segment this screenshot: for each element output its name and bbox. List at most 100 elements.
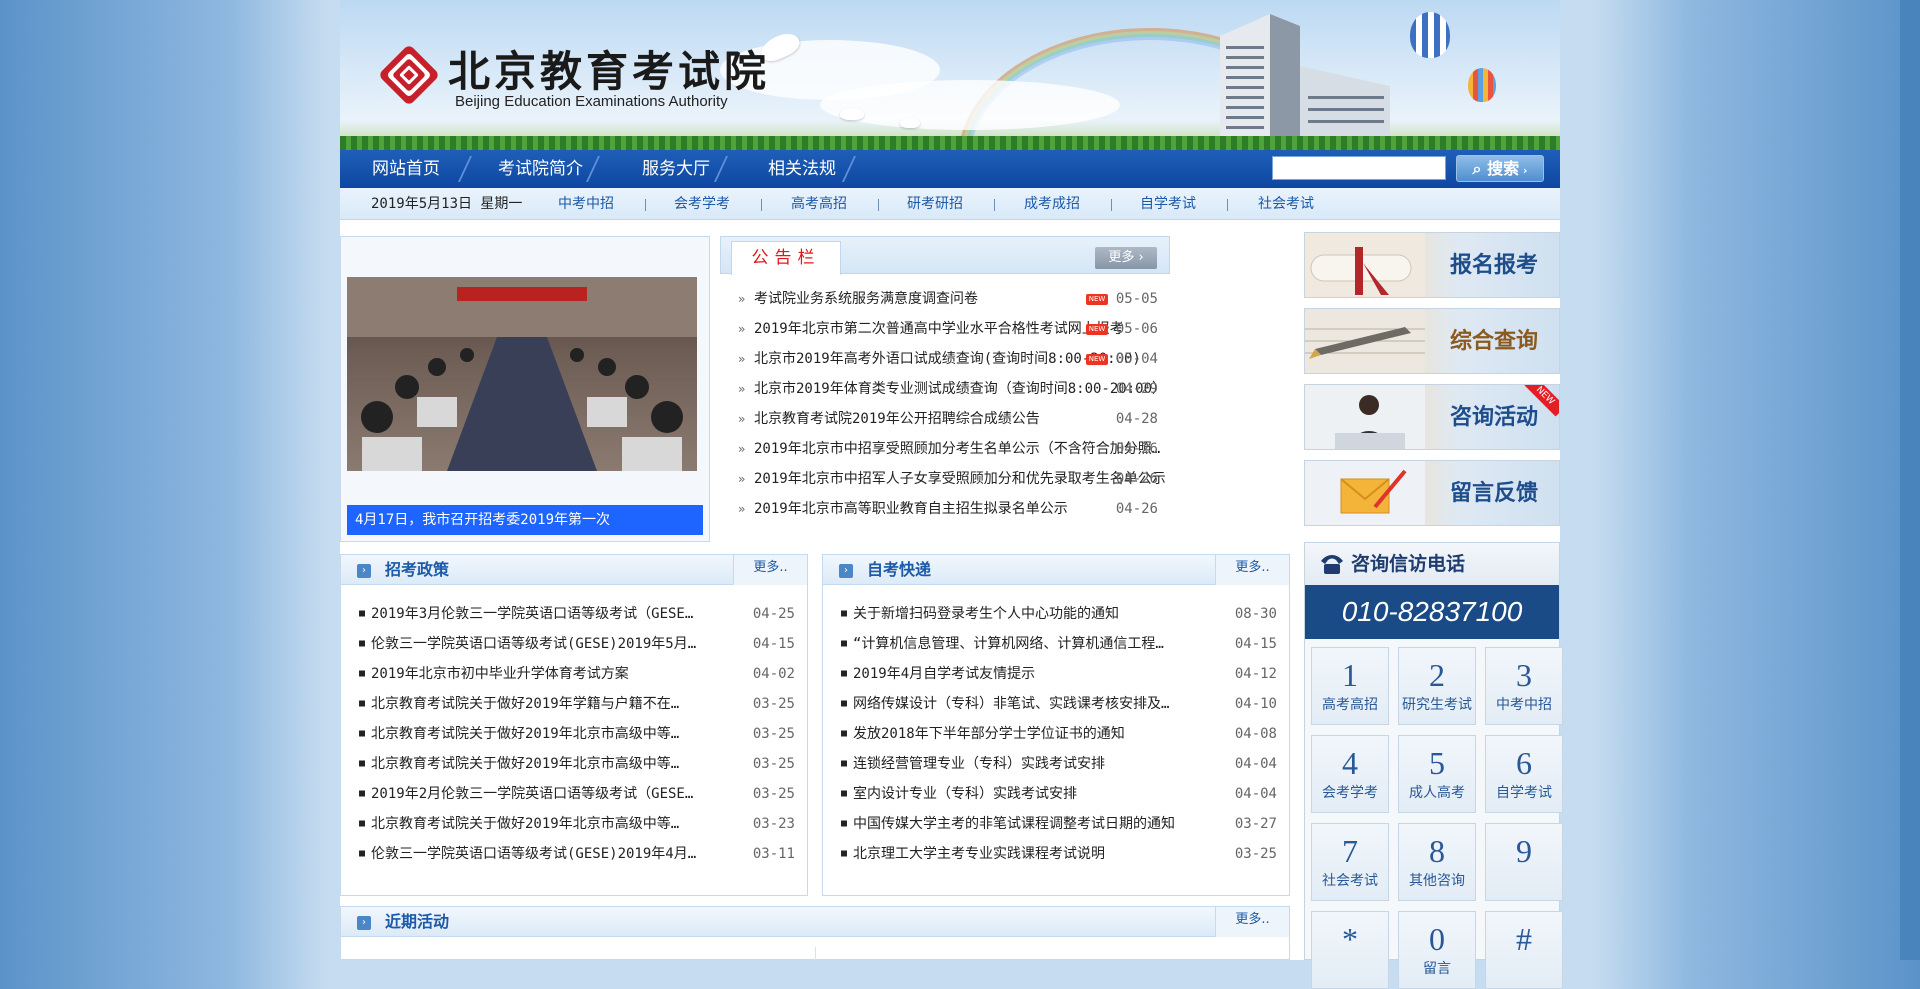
selfexam-more-link[interactable]: 更多.. (1215, 555, 1289, 585)
policy-item[interactable]: ■ 北京教育考试院关于做好2019年学籍与户籍不在… 03-25 (341, 689, 807, 719)
policy-item[interactable]: ■ 北京教育考试院关于做好2019年北京市高级中等… 03-25 (341, 749, 807, 779)
selfexam-item[interactable]: ■ 室内设计专业（专科）实践考试安排 04-04 (823, 779, 1289, 809)
policy-item[interactable]: ■ 2019年2月伦敦三一学院英语口语等级考试（GESE… 03-25 (341, 779, 807, 809)
nav-home[interactable]: 网站首页 (372, 150, 440, 188)
notice-item[interactable]: » 2019年北京市中招军人子女享受照顾加分和优先录取考生名单公示 04-26 (720, 464, 1170, 494)
notice-more-button[interactable]: 更多 › (1095, 247, 1157, 269)
subnav-gaokao[interactable]: 高考高招 (791, 188, 847, 220)
notice-item-title[interactable]: 考试院业务系统服务满意度调查问卷 (754, 284, 978, 314)
policy-item[interactable]: ■ 2019年北京市初中毕业升学体育考试方案 04-02 (341, 659, 807, 689)
notice-item[interactable]: » 2019年北京市中招享受照顾加分考生名单公示（不含符合加分照… 04-26 (720, 434, 1170, 464)
quick-feedback-button[interactable]: 留言反馈 (1304, 460, 1560, 526)
keypad-key[interactable]: # (1485, 911, 1563, 989)
selfexam-item-title[interactable]: 关于新增扫码登录考生个人中心功能的通知 (853, 599, 1199, 629)
selfexam-item-title[interactable]: 连锁经营管理专业（专科）实践考试安排 (853, 749, 1199, 779)
selfexam-item[interactable]: ■ 连锁经营管理专业（专科）实践考试安排 04-04 (823, 749, 1289, 779)
bullet-icon: ■ (841, 758, 848, 769)
notice-item[interactable]: » 北京市2019年体育类专业测试成绩查询（查询时间8:00-20:00） 04-2… (720, 374, 1170, 404)
keypad-key[interactable]: 6 自学考试 (1485, 735, 1563, 813)
page: 北京教育考试院 Beijing Education Examinations A… (340, 0, 1563, 989)
policy-item[interactable]: ■ 北京教育考试院关于做好2019年北京市高级中等… 03-25 (341, 719, 807, 749)
current-date: 2019年5月13日 星期一 (371, 196, 523, 212)
policy-more-link[interactable]: 更多.. (733, 555, 807, 585)
selfexam-item-title[interactable]: 北京理工大学主考专业实践课程考试说明 (853, 839, 1199, 869)
keypad-key[interactable]: 0 留言 (1398, 911, 1476, 989)
selfexam-item[interactable]: ■ 关于新增扫码登录考生个人中心功能的通知 08-30 (823, 599, 1289, 629)
search-button[interactable]: ⌕ 搜索 › (1456, 155, 1544, 182)
nav-about[interactable]: 考试院简介 (498, 150, 583, 188)
selfexam-item-title[interactable]: 2019年4月自学考试友情提示 (853, 659, 1199, 689)
selfexam-item-title[interactable]: 网络传媒设计（专科）非笔试、实践课考核安排及… (853, 689, 1199, 719)
policy-item-title[interactable]: 2019年3月伦敦三一学院英语口语等级考试（GESE… (371, 599, 717, 629)
slideshow-photo[interactable] (347, 277, 697, 471)
subnav-divider (994, 199, 995, 211)
keypad-key[interactable]: * (1311, 911, 1389, 989)
notice-item[interactable]: » 考试院业务系统服务满意度调查问卷 NEW 05-05 (720, 284, 1170, 314)
selfexam-item-title[interactable]: 室内设计专业（专科）实践考试安排 (853, 779, 1199, 809)
slideshow-caption[interactable]: 4月17日，我市召开招考委2019年第一次 (347, 505, 703, 535)
notice-item-title[interactable]: 北京教育考试院2019年公开招聘综合成绩公告 (754, 404, 1040, 434)
selfexam-item-title[interactable]: 发放2018年下半年部分学士学位证书的通知 (853, 719, 1199, 749)
notice-item-title[interactable]: 2019年北京市中招享受照顾加分考生名单公示（不含符合加分照… (754, 434, 1160, 464)
selfexam-item-title[interactable]: “计算机信息管理、计算机网络、计算机通信工程… (853, 629, 1199, 659)
subnav-huikao[interactable]: 会考学考 (674, 188, 730, 220)
activity-panel: › 近期活动 更多.. (340, 906, 1290, 961)
search-input[interactable] (1272, 156, 1446, 180)
subnav-yankao[interactable]: 研考研招 (907, 188, 963, 220)
authority-logo-icon (380, 46, 438, 104)
keypad-key[interactable]: 9 (1485, 823, 1563, 901)
policy-item-title[interactable]: 2019年2月伦敦三一学院英语口语等级考试（GESE… (371, 779, 717, 809)
selfexam-item[interactable]: ■ 2019年4月自学考试友情提示 04-12 (823, 659, 1289, 689)
notice-item-title[interactable]: 北京市2019年体育类专业测试成绩查询（查询时间8:00-20:00） (754, 374, 1166, 404)
keypad-key[interactable]: 4 会考学考 (1311, 735, 1389, 813)
nav-service-hall[interactable]: 服务大厅 (642, 150, 710, 188)
notice-item-date: 04-26 (1115, 471, 1158, 487)
notice-item-title[interactable]: 2019年北京市第二次普通高中学业水平合格性考试网上报考 (754, 314, 1124, 344)
subnav-zikao[interactable]: 自学考试 (1140, 188, 1196, 220)
policy-item-title[interactable]: 2019年北京市初中毕业升学体育考试方案 (371, 659, 717, 689)
policy-item[interactable]: ■ 2019年3月伦敦三一学院英语口语等级考试（GESE… 04-25 (341, 599, 807, 629)
notice-item[interactable]: » 北京教育考试院2019年公开招聘综合成绩公告 04-28 (720, 404, 1170, 434)
nav-regulations[interactable]: 相关法规 (768, 150, 836, 188)
policy-item-title[interactable]: 北京教育考试院关于做好2019年北京市高级中等… (371, 749, 717, 779)
selfexam-item[interactable]: ■ “计算机信息管理、计算机网络、计算机通信工程… 04-15 (823, 629, 1289, 659)
quick-query-button[interactable]: 综合查询 (1304, 308, 1560, 374)
policy-item[interactable]: ■ 伦敦三一学院英语口语等级考试(GESE)2019年5月… 04-15 (341, 629, 807, 659)
notice-item-title[interactable]: 2019年北京市中招军人子女享受照顾加分和优先录取考生名单公示 (754, 464, 1166, 494)
policy-item-title[interactable]: 北京教育考试院关于做好2019年学籍与户籍不在… (371, 689, 717, 719)
notice-item[interactable]: » 2019年北京市高等职业教育自主招生拟录名单公示 04-26 (720, 494, 1170, 524)
subnav-chengkao[interactable]: 成考成招 (1024, 188, 1080, 220)
selfexam-item-title[interactable]: 中国传媒大学主考的非笔试课程调整考试日期的通知 (853, 809, 1199, 839)
keypad-key-number: 0 (1429, 921, 1445, 957)
notice-item-title[interactable]: 北京市2019年高考外语口试成绩查询(查询时间8:00-20:00) (754, 344, 1141, 374)
keypad-key-label: 其他咨询 (1409, 873, 1465, 889)
policy-item[interactable]: ■ 北京教育考试院关于做好2019年北京市高级中等… 03-23 (341, 809, 807, 839)
notice-item[interactable]: » 北京市2019年高考外语口试成绩查询(查询时间8:00-20:00) NEW 05… (720, 344, 1170, 374)
quick-register-button[interactable]: 报名报考 (1304, 232, 1560, 298)
policy-item-title[interactable]: 伦敦三一学院英语口语等级考试(GESE)2019年4月… (371, 839, 717, 869)
policy-item-date: 04-02 (752, 666, 795, 682)
subnav-zhongkao[interactable]: 中考中招 (558, 188, 614, 220)
quick-consult-button[interactable]: 咨询活动 NEW (1304, 384, 1560, 450)
notice-item-title[interactable]: 2019年北京市高等职业教育自主招生拟录名单公示 (754, 494, 1068, 524)
keypad-key-number: # (1516, 921, 1532, 957)
selfexam-item[interactable]: ■ 中国传媒大学主考的非笔试课程调整考试日期的通知 03-27 (823, 809, 1289, 839)
keypad-key[interactable]: 1 高考高招 (1311, 647, 1389, 725)
keypad-key[interactable]: 7 社会考试 (1311, 823, 1389, 901)
selfexam-item[interactable]: ■ 发放2018年下半年部分学士学位证书的通知 04-08 (823, 719, 1289, 749)
notice-item[interactable]: » 2019年北京市第二次普通高中学业水平合格性考试网上报考 NEW 05-06 (720, 314, 1170, 344)
policy-item-title[interactable]: 北京教育考试院关于做好2019年北京市高级中等… (371, 719, 717, 749)
selfexam-item[interactable]: ■ 网络传媒设计（专科）非笔试、实践课考核安排及… 04-10 (823, 689, 1289, 719)
keypad-key[interactable]: 3 中考中招 (1485, 647, 1563, 725)
selfexam-item[interactable]: ■ 北京理工大学主考专业实践课程考试说明 03-25 (823, 839, 1289, 869)
policy-item[interactable]: ■ 伦敦三一学院英语口语等级考试(GESE)2019年4月… 03-11 (341, 839, 807, 869)
policy-item-title[interactable]: 伦敦三一学院英语口语等级考试(GESE)2019年5月… (371, 629, 717, 659)
subnav-shehui[interactable]: 社会考试 (1258, 188, 1314, 220)
keypad-key[interactable]: 5 成人高考 (1398, 735, 1476, 813)
activity-more-link[interactable]: 更多.. (1215, 907, 1289, 937)
policy-item-title[interactable]: 北京教育考试院关于做好2019年北京市高级中等… (371, 809, 717, 839)
bullet-icon: ■ (841, 608, 848, 619)
keypad-key[interactable]: 8 其他咨询 (1398, 823, 1476, 901)
bullet-icon: ■ (841, 788, 848, 799)
keypad-key[interactable]: 2 研究生考试 (1398, 647, 1476, 725)
